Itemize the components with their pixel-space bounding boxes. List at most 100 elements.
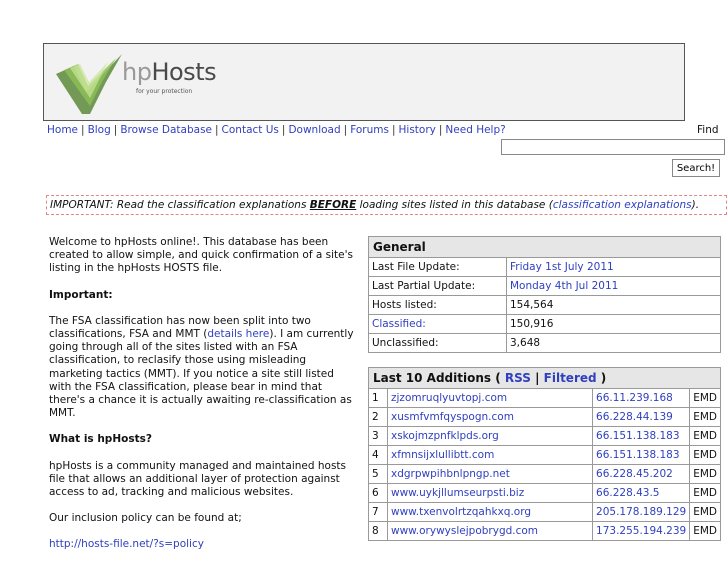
search-input[interactable] [501, 139, 725, 155]
nav-download[interactable]: Download [288, 124, 340, 136]
what-is-paragraph: hpHosts is a community managed and maint… [49, 459, 347, 499]
table-row: 6 www.uykjllumseurpsti.biz 66.228.43.5 EMD [368, 483, 721, 503]
intro-text: Welcome to hpHosts online!. This databas… [49, 236, 359, 565]
notice-prefix: IMPORTANT: Read the classification expla… [50, 199, 310, 211]
row-number: 8 [368, 521, 388, 541]
table-row: 8 www.orywyslejpobrygd.com 173.255.194.239… [368, 521, 721, 541]
row-number: 5 [368, 464, 388, 484]
last-additions-table: Last 10 Additions ( RSS | Filtered ) 1 zj… [368, 367, 721, 541]
notice-middle: loading sites listed in this database ( [356, 199, 553, 211]
logo-hosts: Hosts [151, 58, 217, 86]
unclassified-label: Unclassified: [368, 333, 507, 353]
ip-link[interactable]: 66.228.44.139 [592, 407, 691, 427]
host-link[interactable]: www.txenvolrtzqahkxq.org [386, 502, 594, 522]
last-file-update-label: Last File Update: [368, 257, 507, 277]
ip-link[interactable]: 66.228.45.202 [592, 464, 691, 484]
nav-home[interactable]: Home [47, 124, 78, 136]
host-link[interactable]: xdgrpwpihbnlpngp.net [386, 464, 594, 484]
classification: EMD [689, 464, 721, 484]
hosts-listed-value: 154,564 [506, 295, 721, 315]
nav-forums[interactable]: Forums [350, 124, 389, 136]
table-row: 2 xusmfvmfqyspogn.com 66.228.44.139 EMD [368, 407, 721, 427]
nav-contact-us[interactable]: Contact Us [222, 124, 279, 136]
ip-link[interactable]: 66.151.138.183 [592, 426, 691, 446]
ip-link[interactable]: 173.255.194.239 [592, 521, 691, 541]
classified-link[interactable]: Classified: [368, 314, 507, 334]
nav-separator: | [215, 124, 219, 136]
header-banner: hpHosts for your protection [43, 43, 685, 121]
ip-link[interactable]: 66.228.43.5 [592, 483, 691, 503]
row-number: 7 [368, 502, 388, 522]
classification-explanations-link[interactable]: classification explanations [553, 199, 692, 211]
ip-link[interactable]: 66.151.138.183 [592, 445, 691, 465]
additions-title-prefix: Last 10 Additions ( [373, 371, 505, 385]
classification: EMD [689, 407, 721, 427]
logo-tagline: for your protection [136, 88, 193, 95]
classified-value: 150,916 [506, 314, 721, 334]
main-nav: Home | Blog | Browse Database | Contact Us | Dow… [47, 124, 506, 136]
classification: EMD [689, 388, 721, 408]
table-row: Hosts listed: 154,564 [368, 295, 721, 315]
logo-hp: hp [122, 58, 152, 86]
hphosts-logo[interactable]: hpHosts for your protection [52, 52, 217, 118]
table-row: Last Partial Update: Monday 4th Jul 2011 [368, 276, 721, 296]
ip-link[interactable]: 66.11.239.168 [592, 388, 691, 408]
last-partial-update-value[interactable]: Monday 4th Jul 2011 [506, 276, 721, 296]
row-number: 6 [368, 483, 388, 503]
general-stats-table: General Last File Update: Friday 1st July… [368, 236, 721, 353]
row-number: 4 [368, 445, 388, 465]
table-row: 7 www.txenvolrtzqahkxq.org 205.178.189.129… [368, 502, 721, 522]
details-here-link[interactable]: details here [207, 328, 269, 340]
nav-separator: | [391, 124, 396, 136]
additions-title: Last 10 Additions ( RSS | Filtered ) [368, 367, 721, 389]
nav-blog[interactable]: Blog [88, 124, 111, 136]
table-row: Unclassified: 3,648 [368, 333, 721, 353]
host-link[interactable]: xfmnsijxlullibtt.com [386, 445, 594, 465]
checkmark-logo-icon [56, 54, 122, 114]
row-number: 2 [368, 407, 388, 427]
last-file-update-value[interactable]: Friday 1st July 2011 [506, 257, 721, 277]
important-notice: IMPORTANT: Read the classification expla… [46, 195, 727, 215]
hosts-listed-label: Hosts listed: [368, 295, 507, 315]
nav-browse-database[interactable]: Browse Database [120, 124, 212, 136]
additions-title-sep: | [530, 371, 544, 385]
row-number: 3 [368, 426, 388, 446]
additions-title-suffix: ) [596, 371, 607, 385]
table-row: 4 xfmnsijxlullibtt.com 66.151.138.183 EMD [368, 445, 721, 465]
host-link[interactable]: zjzomruqlyuvtopj.com [386, 388, 594, 408]
policy-link[interactable]: http://hosts-file.net/?s=policy [49, 538, 204, 550]
general-title: General [368, 236, 721, 258]
nav-separator: | [343, 124, 348, 136]
search-button[interactable]: Search! [672, 159, 720, 177]
table-row: 5 xdgrpwpihbnlpngp.net 66.228.45.202 EMD [368, 464, 721, 484]
important-heading: Important: [49, 288, 113, 301]
table-row: 1 zjzomruqlyuvtopj.com 66.11.239.168 EMD [368, 388, 721, 408]
ip-link[interactable]: 205.178.189.129 [592, 502, 691, 522]
classification: EMD [689, 483, 721, 503]
welcome-paragraph: Welcome to hpHosts online!. This databas… [49, 236, 353, 275]
nav-history[interactable]: History [399, 124, 436, 136]
classification: EMD [689, 445, 721, 465]
what-is-heading: What is hpHosts? [49, 433, 152, 446]
nav-need-help[interactable]: Need Help? [445, 124, 505, 136]
rss-link[interactable]: RSS [505, 371, 531, 385]
host-link[interactable]: www.orywyslejpobrygd.com [386, 521, 594, 541]
policy-paragraph: Our inclusion policy can be found at; [49, 512, 242, 525]
host-link[interactable]: xskojmzpnfklpds.org [386, 426, 594, 446]
unclassified-value: 3,648 [506, 333, 721, 353]
classification: EMD [689, 521, 721, 541]
nav-separator: | [438, 124, 443, 136]
find-label: Find [697, 124, 719, 136]
host-link[interactable]: www.uykjllumseurpsti.biz [386, 483, 594, 503]
host-link[interactable]: xusmfvmfqyspogn.com [386, 407, 594, 427]
notice-emphasis: BEFORE [309, 199, 357, 211]
table-row: Classified: 150,916 [368, 314, 721, 334]
table-row: 3 xskojmzpnfklpds.org 66.151.138.183 EMD [368, 426, 721, 446]
table-row: Last File Update: Friday 1st July 2011 [368, 257, 721, 277]
fsa-text-after: ). I am currently going through all of t… [49, 328, 354, 420]
row-number: 1 [368, 388, 388, 408]
filtered-link[interactable]: Filtered [544, 371, 597, 385]
last-partial-update-label: Last Partial Update: [368, 276, 507, 296]
logo-wordmark: hpHosts [122, 58, 217, 86]
nav-separator: | [81, 124, 85, 136]
